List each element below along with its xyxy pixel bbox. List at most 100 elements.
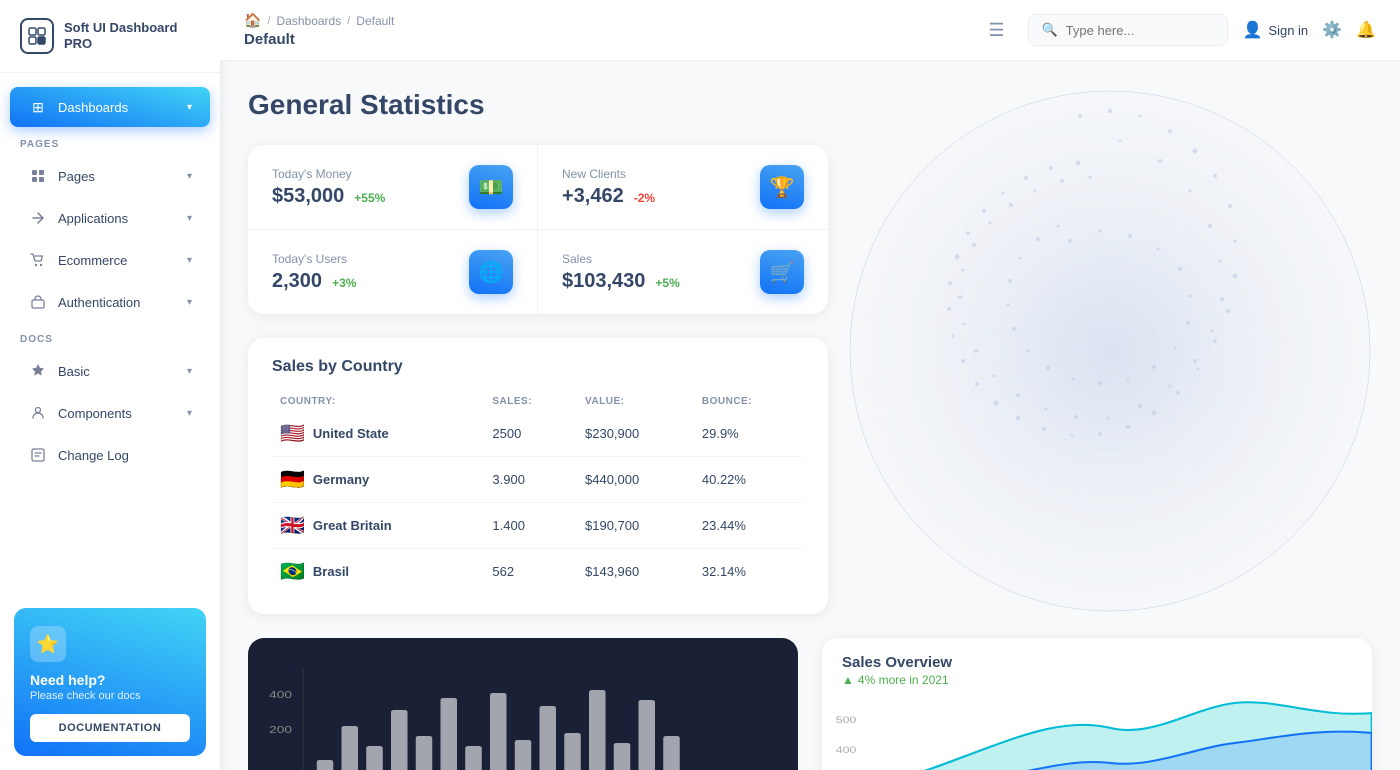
home-icon[interactable]: 🏠 bbox=[244, 12, 261, 29]
notifications-icon[interactable]: 🔔 bbox=[1356, 20, 1376, 40]
col-sales: Sales: bbox=[484, 392, 577, 411]
main-area: 🏠 / Dashboards / Default Default ☰ 🔍 👤 S… bbox=[220, 0, 1400, 770]
stat-change-users: +3% bbox=[332, 276, 356, 290]
sidebar-item-label: Dashboards bbox=[58, 100, 128, 115]
flag-icon: 🇧🇷 bbox=[280, 559, 305, 584]
sidebar-item-ecommerce[interactable]: Ecommerce ▾ bbox=[10, 240, 210, 280]
stat-value-money: $53,000 bbox=[272, 185, 344, 208]
sidebar-item-applications[interactable]: Applications ▾ bbox=[10, 198, 210, 238]
sidebar-item-components[interactable]: Components ▾ bbox=[10, 393, 210, 433]
table-row: 🇩🇪 Germany 3.900 $440,000 40.22% bbox=[272, 457, 804, 503]
sales-by-country-card: Sales by Country Country: Sales: Value: … bbox=[248, 338, 828, 614]
dashboards-icon: ⊞ bbox=[28, 97, 48, 117]
money-icon: 💵 bbox=[469, 165, 513, 209]
globe-decoration bbox=[820, 61, 1400, 641]
help-subtitle: Please check our docs bbox=[30, 690, 190, 702]
sidebar-item-authentication[interactable]: Authentication ▾ bbox=[10, 282, 210, 322]
sidebar-item-label: Applications bbox=[58, 211, 128, 226]
sales-cell: 3.900 bbox=[484, 457, 577, 503]
col-bounce: Bounce: bbox=[694, 392, 804, 411]
help-star-icon: ⭐ bbox=[30, 626, 66, 662]
breadcrumb-dashboards[interactable]: Dashboards bbox=[277, 14, 342, 28]
stat-label-users: Today's Users bbox=[272, 252, 356, 266]
sales-overview-title: Sales Overview bbox=[842, 654, 1352, 671]
chevron-down-icon: ▾ bbox=[187, 102, 192, 113]
stat-value-sales: $103,430 bbox=[562, 270, 645, 293]
stat-value-users: 2,300 bbox=[272, 270, 322, 293]
sidebar-item-label: Change Log bbox=[58, 448, 129, 463]
value-cell: $230,900 bbox=[577, 411, 694, 457]
authentication-icon bbox=[28, 292, 48, 312]
sidebar-item-label: Components bbox=[58, 406, 132, 421]
svg-text:400: 400 bbox=[836, 746, 857, 756]
basic-icon bbox=[28, 361, 48, 381]
stat-value-clients: +3,462 bbox=[562, 185, 624, 208]
bounce-cell: 40.22% bbox=[694, 457, 804, 503]
hamburger-icon[interactable]: ☰ bbox=[988, 20, 1004, 41]
breadcrumb-current-inline: Default bbox=[356, 14, 394, 28]
sales-overview-card: Sales Overview ▲ 4% more in 2021 500 400 bbox=[822, 638, 1372, 770]
stat-label-money: Today's Money bbox=[272, 167, 385, 181]
sidebar-item-changelog[interactable]: Change Log bbox=[10, 435, 210, 475]
chevron-down-icon: ▾ bbox=[187, 213, 192, 224]
stats-row: Today's Money $53,000 +55% 💵 New Clients… bbox=[248, 145, 828, 314]
header: 🏠 / Dashboards / Default Default ☰ 🔍 👤 S… bbox=[220, 0, 1400, 61]
sidebar-item-label: Pages bbox=[58, 169, 95, 184]
flag-icon: 🇺🇸 bbox=[280, 421, 305, 446]
sales-country-title: Sales by Country bbox=[272, 358, 804, 376]
breadcrumb-separator-2: / bbox=[347, 15, 350, 27]
breadcrumb: 🏠 / Dashboards / Default bbox=[244, 12, 972, 29]
ecommerce-icon bbox=[28, 250, 48, 270]
app-name: Soft UI Dashboard PRO bbox=[64, 20, 200, 51]
col-country: Country: bbox=[272, 392, 484, 411]
sales-cell: 562 bbox=[484, 549, 577, 595]
sidebar-item-label: Ecommerce bbox=[58, 253, 127, 268]
chart-label bbox=[248, 638, 798, 652]
stat-label-sales: Sales bbox=[562, 252, 680, 266]
applications-icon bbox=[28, 208, 48, 228]
sidebar-item-dashboards[interactable]: ⊞ Dashboards ▾ bbox=[10, 87, 210, 127]
breadcrumb-separator: / bbox=[267, 15, 270, 27]
country-name: Brasil bbox=[313, 564, 349, 579]
svg-text:500: 500 bbox=[836, 716, 857, 726]
country-cell: 🇺🇸 United State bbox=[272, 411, 484, 457]
stat-label-clients: New Clients bbox=[562, 167, 655, 181]
settings-icon[interactable]: ⚙️ bbox=[1322, 20, 1342, 40]
bounce-cell: 32.14% bbox=[694, 549, 804, 595]
stat-change-sales: +5% bbox=[655, 276, 679, 290]
sales-cell: 1.400 bbox=[484, 503, 577, 549]
bounce-cell: 29.9% bbox=[694, 411, 804, 457]
search-box[interactable]: 🔍 bbox=[1028, 14, 1228, 46]
chevron-down-icon: ▾ bbox=[187, 255, 192, 266]
country-cell: 🇩🇪 Germany bbox=[272, 457, 484, 503]
stat-card-clients: New Clients +3,462 -2% 🏆 bbox=[538, 145, 828, 230]
country-table: Country: Sales: Value: Bounce: 🇺🇸 United… bbox=[272, 392, 804, 594]
page-title-breadcrumb: Default bbox=[244, 31, 972, 48]
user-icon: 👤 bbox=[1242, 20, 1262, 40]
table-row: 🇧🇷 Brasil 562 $143,960 32.14% bbox=[272, 549, 804, 595]
sidebar: Soft UI Dashboard PRO ⊞ Dashboards ▾ PAG… bbox=[0, 0, 220, 770]
docs-section-label: DOCS bbox=[0, 324, 220, 349]
svg-text:200: 200 bbox=[269, 724, 292, 736]
country-name: Germany bbox=[313, 472, 369, 487]
chevron-down-icon: ▾ bbox=[187, 408, 192, 419]
country-name: Great Britain bbox=[313, 518, 392, 533]
documentation-button[interactable]: DOCUMENTATION bbox=[30, 714, 190, 742]
search-input[interactable] bbox=[1066, 23, 1216, 38]
sign-in-button[interactable]: 👤 Sign in bbox=[1242, 20, 1308, 40]
country-cell: 🇬🇧 Great Britain bbox=[272, 503, 484, 549]
sidebar-nav: ⊞ Dashboards ▾ PAGES Pages ▾ Application… bbox=[0, 73, 220, 594]
sidebar-item-basic[interactable]: Basic ▾ bbox=[10, 351, 210, 391]
value-cell: $190,700 bbox=[577, 503, 694, 549]
sales-overview-change: ▲ 4% more in 2021 bbox=[842, 673, 1352, 687]
country-name: United State bbox=[313, 426, 389, 441]
help-title: Need help? bbox=[30, 672, 190, 688]
sign-in-label: Sign in bbox=[1268, 23, 1308, 38]
sales-cell: 2500 bbox=[484, 411, 577, 457]
pages-icon bbox=[28, 166, 48, 186]
sidebar-item-pages[interactable]: Pages ▾ bbox=[10, 156, 210, 196]
table-row: 🇬🇧 Great Britain 1.400 $190,700 23.44% bbox=[272, 503, 804, 549]
chevron-down-icon: ▾ bbox=[187, 171, 192, 182]
col-value: Value: bbox=[577, 392, 694, 411]
bar-chart-card: 400 200 0 bbox=[248, 638, 798, 770]
